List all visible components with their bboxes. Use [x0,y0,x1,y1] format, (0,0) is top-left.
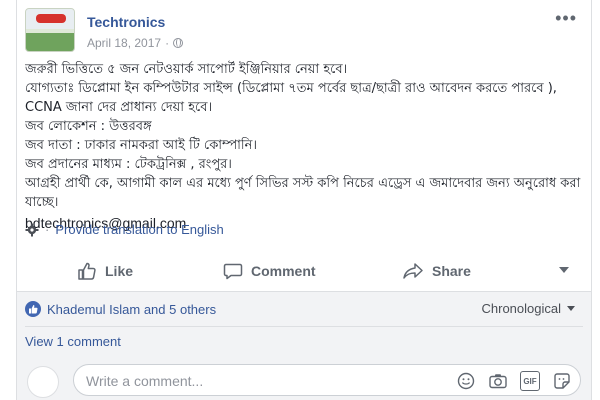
avatar-grass [26,33,74,51]
post-text: জরুরী ভিত্তিতে ৫ জন নেটওয়ার্ক সাপোর্ট ই… [25,60,585,233]
post-actions: Like Comment Share [17,250,591,292]
post-line: জব লোকেশন : উত্তরবঙ্গ [25,119,152,134]
translate-link[interactable]: Provide translation to English [55,222,223,237]
user-avatar [27,366,59,398]
like-reaction-icon [25,301,41,317]
post-line: জরুরী ভিত্তিতে ৫ জন নেটওয়ার্ক সাপোর্ট ই… [25,62,348,77]
post-line: জব দাতা : ঢাকার নামকরা আই টি কোম্পানি। [25,138,258,153]
comment-label: Comment [251,263,316,279]
comments-section: Khademul Islam and 5 others Chronologica… [17,292,591,400]
comment-input[interactable] [86,371,416,391]
comment-composer: GIF [73,364,581,396]
post-date[interactable]: April 18, 2017 [87,36,161,50]
emoji-icon[interactable] [456,371,476,391]
avatar-sign [36,14,66,23]
globe-icon[interactable] [173,38,184,48]
reactions-text: Khademul Islam and 5 others [47,301,217,317]
camera-icon[interactable] [488,371,508,391]
view-comments-link[interactable]: View 1 comment [25,334,121,349]
composer-tools: GIF [456,371,572,391]
share-arrow-icon [403,263,423,279]
chevron-down-icon [567,306,575,311]
post-line: যোগ্যতাঃ ডিপ্লোমা ইন কম্পিউটার সাইন্স (ড… [25,81,557,115]
thumbs-up-icon [78,262,96,280]
sort-label: Chronological [481,301,562,316]
like-button[interactable]: Like [77,260,133,282]
page-name-link[interactable]: Techtronics [87,14,165,30]
gif-icon[interactable]: GIF [520,371,540,391]
comment-sort-dropdown[interactable]: Chronological [481,301,575,316]
meta-separator: · [165,36,170,50]
post-line: আগ্রহী প্রার্থী কে, আগামী কাল এর মধ্যে প… [25,176,581,210]
post-line: জব প্রদানের মাধ্যম : টেকট্রনিক্স , রংপুর… [25,157,232,172]
reactions-summary[interactable]: Khademul Islam and 5 others [25,301,216,317]
like-label: Like [105,263,134,279]
page-avatar[interactable] [25,8,75,52]
more-options-icon[interactable]: ••• [555,8,577,29]
post-card: Techtronics April 18, 2017 · ••• জরুরী ভ… [16,0,592,400]
share-button[interactable]: Share [402,260,471,282]
translation-row: · Provide translation to English [25,222,224,237]
share-label: Share [432,263,471,279]
post-meta: April 18, 2017 · [87,36,184,50]
chevron-down-icon[interactable] [559,267,569,273]
post-header: Techtronics April 18, 2017 · ••• [17,0,591,60]
section-divider [25,326,583,327]
speech-bubble-icon [223,263,243,280]
sticker-icon[interactable] [552,371,572,391]
comment-button[interactable]: Comment [223,260,316,282]
translate-separator: · [45,222,50,237]
gear-icon[interactable] [25,223,39,237]
